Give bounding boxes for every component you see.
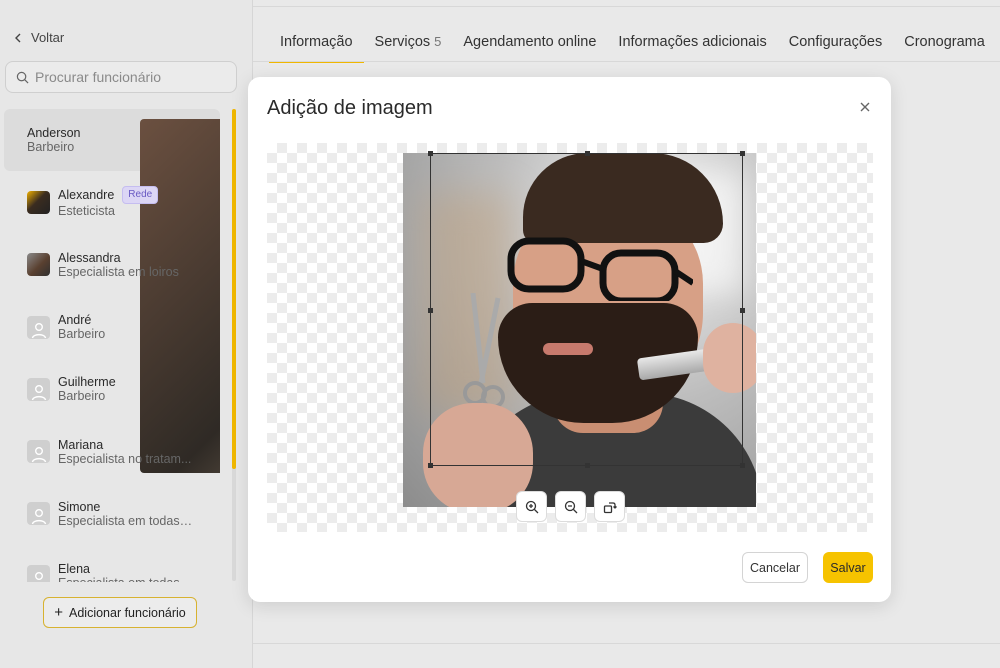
tab-label: Configurações [788,34,883,50]
avatar-placeholder-icon [27,315,50,339]
crop-handle[interactable] [740,151,745,156]
employee-name: Simone [58,499,101,514]
employee-item[interactable]: Anderson Barbeiro [4,109,220,473]
employee-name: André [58,313,92,328]
tab-label: Cronograma [904,34,985,50]
back-button[interactable]: Voltar [14,30,64,45]
employee-item[interactable]: Elena Especialista em todas [4,545,220,582]
employee-item[interactable]: Simone Especialista em todas ... [4,483,220,545]
employee-role: Especialista no tratam... [58,451,192,466]
crop-handle[interactable] [428,308,433,313]
avatar [27,190,50,214]
employee-name: Anderson [27,126,81,141]
cancel-button[interactable]: Cancelar [742,552,808,583]
employee-name: Alexandre [58,188,115,203]
employee-role: Barbeiro [58,327,106,342]
zoom-out-icon [564,500,577,513]
employee-item[interactable]: Mariana Especialista no tratam... [4,420,220,482]
save-button[interactable]: Salvar [823,552,873,583]
back-label: Voltar [31,30,65,45]
employee-list: Anderson Barbeiro Alexandre Rede Estetic… [4,109,220,582]
crop-handle[interactable] [428,463,433,468]
tab-services[interactable]: Serviços 5 [364,22,453,63]
employee-role: Esteticista [58,204,115,219]
employee-role: Barbeiro [58,389,106,404]
employee-name: Guilherme [58,375,116,390]
tab-label: Serviços [374,34,431,50]
tab-settings[interactable]: Configurações [778,22,894,63]
zoom-in-button[interactable] [516,491,547,522]
crop-handle[interactable] [585,151,590,156]
tab-schedule[interactable]: Cronograma [893,22,996,63]
image-crop-area[interactable] [267,143,873,532]
tab-additional-info[interactable]: Informações adicionais [607,22,777,63]
employee-item[interactable]: Alexandre Rede Esteticista [4,171,220,233]
tab-label: Agendamento online [463,34,597,50]
add-employee-button[interactable]: + Adicionar funcionário [43,597,197,628]
tab-label: Informação [280,34,353,50]
employee-name: Elena [58,562,90,577]
avatar-placeholder-icon [27,502,50,526]
tab-label: Informações adicionais [618,34,767,50]
crop-handle[interactable] [585,463,590,468]
avatar [27,253,50,277]
search-input[interactable] [35,69,225,85]
image-tools [516,491,625,522]
employee-item[interactable]: Guilherme Barbeiro [4,358,220,420]
search-icon [16,71,29,83]
employee-item[interactable]: André Barbeiro [4,296,220,358]
avatar-placeholder-icon [27,440,50,464]
employee-role: Especialista em todas ... [58,513,193,528]
close-icon[interactable] [857,99,873,115]
employee-role: Especialista em todas [58,576,180,582]
image-upload-dialog: Adição de imagem Cancelar Salvar [248,77,891,602]
tab-information[interactable]: Informação [269,22,364,63]
tab-count: 5 [434,34,442,49]
footer-divider [253,643,1000,644]
avatar-placeholder-icon [27,377,50,401]
avatar-placeholder-icon [27,564,50,582]
chevron-left-icon [15,33,21,42]
crop-handle[interactable] [740,463,745,468]
employee-item[interactable]: Alessandra Especialista em loiros [4,234,220,296]
add-employee-label: Adicionar funcionário [69,605,186,620]
employee-role: Especialista em loiros [58,264,179,279]
plus-icon: + [54,603,63,621]
zoom-out-button[interactable] [555,491,586,522]
employee-name: Alessandra [58,250,121,265]
network-badge: Rede [122,186,159,205]
tab-online-booking[interactable]: Agendamento online [452,22,607,63]
zoom-in-icon [525,500,538,513]
scrollbar-thumb[interactable] [232,109,236,469]
tab-divider [253,61,1000,62]
crop-frame[interactable] [428,151,745,468]
employee-role: Barbeiro [27,140,75,155]
crop-handle[interactable] [740,308,745,313]
employee-search[interactable] [5,61,237,93]
list-scrollbar[interactable] [232,109,236,581]
rotate-button[interactable] [594,491,625,522]
rotate-icon [603,501,617,513]
crop-handle[interactable] [428,151,433,156]
employee-name: Mariana [58,437,104,452]
tab-bar: Informação Serviços 5 Agendamento online … [269,22,996,63]
dialog-title: Adição de imagem [267,97,433,119]
employee-sidebar: Voltar Anderson Barbeiro Alexandre Rede … [0,0,253,668]
